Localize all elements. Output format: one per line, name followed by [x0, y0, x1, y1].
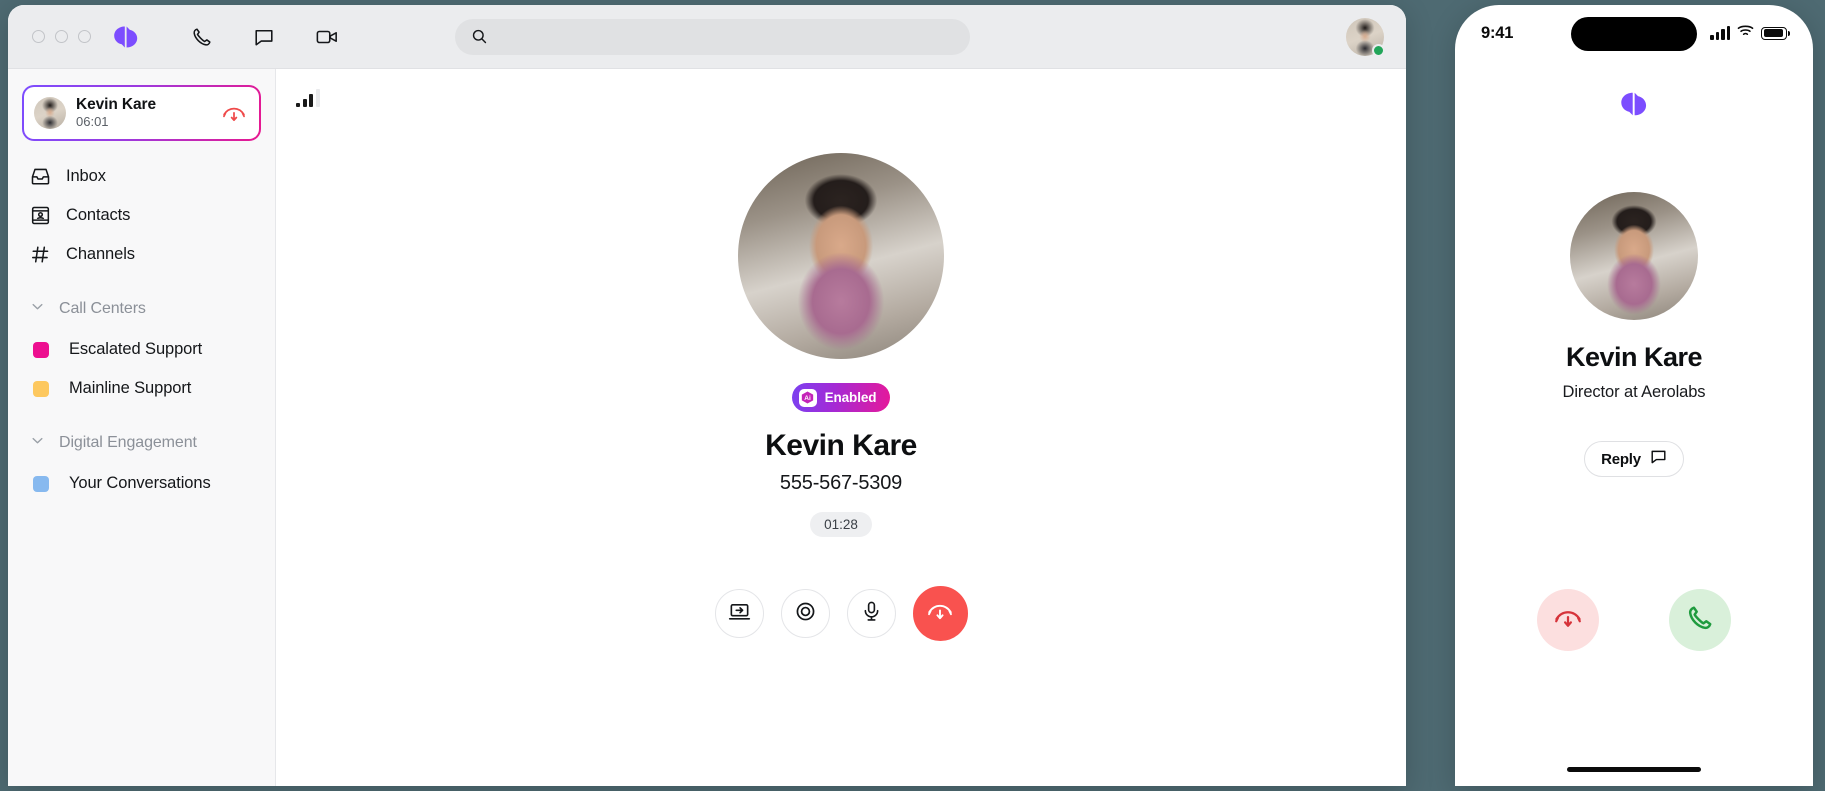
phone-status-bar: 9:41 — [1455, 5, 1813, 61]
battery-icon — [1761, 26, 1790, 40]
hash-icon — [30, 244, 51, 265]
window-traffic-lights[interactable] — [32, 30, 91, 43]
color-swatch — [33, 341, 49, 358]
sidebar-section-digital-engagement[interactable]: Digital Engagement — [8, 422, 275, 464]
sidebar-item-label: Your Conversations — [69, 474, 211, 492]
sidebar-item-label: Channels — [66, 245, 135, 263]
call-timer: 01:28 — [810, 512, 872, 537]
contacts-icon — [30, 205, 51, 226]
active-call-avatar — [34, 97, 66, 129]
ai-enabled-badge[interactable]: Ai Enabled — [791, 383, 891, 412]
sidebar-item-mainline-support[interactable]: Mainline Support — [8, 369, 275, 408]
hangup-icon — [1553, 605, 1583, 636]
phone-icon[interactable] — [191, 26, 213, 48]
caller-role: Director at Aerolabs — [1562, 383, 1706, 401]
wifi-icon — [1737, 24, 1754, 42]
record-icon — [794, 600, 817, 628]
sidebar-item-escalated-support[interactable]: Escalated Support — [8, 330, 275, 369]
color-swatch — [33, 475, 49, 492]
record-call-button[interactable] — [780, 589, 830, 638]
sidebar-section-label: Digital Engagement — [59, 434, 197, 451]
caller-phone-number: 555-567-5309 — [779, 472, 903, 494]
sidebar-nav: Inbox Contacts Channels Call Centers Esc… — [8, 157, 275, 503]
dialpad-logo — [1455, 91, 1813, 117]
ai-badge-label: Enabled — [824, 390, 877, 405]
cellular-signal-icon — [1710, 26, 1730, 40]
sidebar-item-label: Mainline Support — [69, 379, 192, 397]
mobile-phone-mockup: 9:41 Kevin Kare Director at Aerolabs Rep… — [1455, 5, 1813, 786]
dynamic-island — [1571, 17, 1697, 51]
transfer-icon — [728, 600, 751, 628]
accept-call-button[interactable] — [1669, 589, 1731, 651]
search-icon — [472, 29, 487, 44]
sidebar: Kevin Kare 06:01 Inbox Contacts Channels… — [8, 69, 276, 786]
window-body: Kevin Kare 06:01 Inbox Contacts Channels… — [8, 69, 1406, 786]
end-call-button[interactable] — [912, 586, 968, 641]
caller-avatar — [738, 153, 944, 359]
sidebar-item-label: Inbox — [66, 167, 106, 185]
active-call-name: Kevin Kare — [76, 95, 156, 113]
zoom-window-button[interactable] — [78, 30, 91, 43]
reply-button-label: Reply — [1601, 450, 1641, 468]
desktop-app-window: Kevin Kare 06:01 Inbox Contacts Channels… — [8, 5, 1406, 786]
screen: Kevin Kare 06:01 Inbox Contacts Channels… — [0, 0, 1825, 791]
phone-time: 9:41 — [1481, 23, 1514, 42]
search-input[interactable] — [497, 28, 954, 45]
caller-name: Kevin Kare — [1565, 342, 1703, 372]
close-window-button[interactable] — [32, 30, 45, 43]
microphone-icon — [860, 600, 883, 628]
phone-icon — [1686, 604, 1714, 637]
presence-indicator — [1372, 43, 1385, 57]
sidebar-item-label: Escalated Support — [69, 340, 203, 358]
inbox-icon — [30, 166, 51, 187]
reply-button[interactable]: Reply — [1584, 441, 1684, 477]
sidebar-item-label: Contacts — [66, 206, 131, 224]
caller-name: Kevin Kare — [765, 429, 917, 462]
hangup-icon — [926, 599, 954, 628]
active-call-duration: 06:01 — [76, 114, 109, 130]
message-icon[interactable] — [253, 26, 275, 48]
sidebar-item-channels[interactable]: Channels — [8, 235, 275, 274]
minimize-window-button[interactable] — [55, 30, 68, 43]
ai-icon: Ai — [798, 388, 817, 407]
mute-button[interactable] — [846, 589, 896, 638]
chevron-down-icon — [30, 433, 45, 453]
color-swatch — [33, 380, 49, 397]
sidebar-item-your-conversations[interactable]: Your Conversations — [8, 464, 275, 503]
search-box[interactable] — [455, 18, 970, 55]
decline-call-button[interactable] — [1537, 589, 1599, 651]
message-icon — [1650, 449, 1667, 469]
caller-avatar — [1570, 192, 1698, 320]
user-avatar[interactable] — [1346, 17, 1385, 57]
hangup-icon[interactable] — [221, 102, 247, 124]
signal-strength-icon — [296, 87, 320, 107]
toolbar-icons — [191, 26, 339, 48]
window-titlebar — [8, 5, 1406, 69]
active-call-panel: Ai Enabled Kevin Kare 555-567-5309 01:28 — [276, 69, 1406, 786]
home-indicator — [1567, 767, 1701, 772]
call-controls — [714, 586, 968, 641]
sidebar-section-label: Call Centers — [59, 300, 146, 317]
sidebar-section-call-centers[interactable]: Call Centers — [8, 288, 275, 330]
svg-text:Ai: Ai — [804, 395, 811, 402]
sidebar-item-inbox[interactable]: Inbox — [8, 157, 275, 196]
transfer-call-button[interactable] — [714, 589, 764, 638]
video-icon[interactable] — [315, 26, 339, 48]
search-bar[interactable] — [455, 18, 970, 55]
dialpad-logo — [113, 25, 139, 49]
active-call-card[interactable]: Kevin Kare 06:01 — [22, 85, 261, 141]
phone-call-actions — [1455, 589, 1813, 651]
chevron-down-icon — [30, 299, 45, 319]
sidebar-item-contacts[interactable]: Contacts — [8, 196, 275, 235]
